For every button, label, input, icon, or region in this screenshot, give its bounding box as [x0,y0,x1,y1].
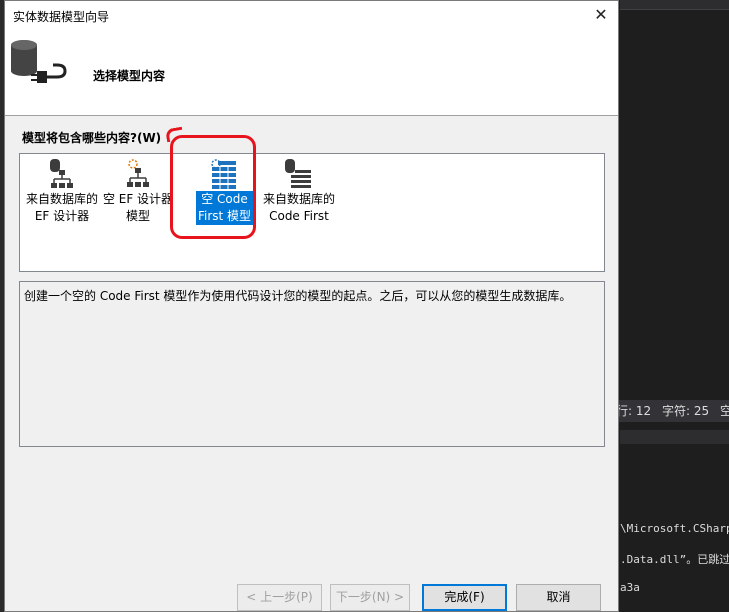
finish-button[interactable]: 完成(F) [422,584,507,611]
option-description: 创建一个空的 Code First 模型作为使用代码设计您的模型的起点。之后，可… [24,289,572,303]
model-content-list[interactable]: 来自数据库的 EF 设计器 空 EF 设计器 模型 空 Code First 模… [19,153,605,272]
cancel-button[interactable]: 取消 [516,584,601,611]
entity-data-model-wizard-dialog: 实体数据模型向导 ✕ 选择模型内容 模型将包含哪些内容?(W) 来自数据库的 E… [4,0,619,612]
description-box: 创建一个空的 Code First 模型作为使用代码设计您的模型的起点。之后，可… [19,281,605,447]
header-title: 选择模型内容 [93,69,166,83]
option-label: 来自数据库的 Code First [262,192,335,223]
title-bar: 实体数据模型向导 ✕ [5,1,618,29]
output-line: .Data.dll”。已跳过 [620,553,729,566]
dialog-title: 实体数据模型向导 [13,10,110,24]
option-empty-ef-designer[interactable]: 空 EF 设计器 模型 [98,154,178,234]
output-line: a3a [620,581,640,594]
status-extra: 空 [720,404,729,418]
empty-code-first-icon [211,159,236,189]
option-empty-code-first[interactable]: 空 Code First 模型 [184,154,264,234]
output-line: \Microsoft.CSharp. [620,522,729,535]
header-separator [5,115,618,116]
option-code-first-from-database[interactable]: 来自数据库的 Code First [259,154,339,234]
ide-status-bar: 行: 12 字符: 25 空 [616,400,729,422]
option-ef-designer-from-database[interactable]: 来自数据库的 EF 设计器 [22,154,102,234]
status-char-number: 字符: 25 [662,404,710,418]
close-button[interactable]: ✕ [590,4,612,26]
database-plug-icon [11,40,67,83]
content-question-label: 模型将包含哪些内容?(W) [22,131,162,145]
status-line-number: 行: 12 [616,404,652,418]
next-button[interactable]: 下一步(N) > [330,584,410,611]
ide-toolbar-strip [620,0,729,9]
wizard-header: 选择模型内容 [5,29,618,115]
empty-designer-icon [127,159,149,187]
ide-divider [620,9,729,10]
database-code-first-icon [285,159,311,188]
back-button[interactable]: < 上一步(P) [237,584,322,611]
database-designer-icon [50,159,73,188]
option-label: 空 Code First 模型 [196,191,253,225]
option-label: 空 EF 设计器 模型 [102,192,174,223]
annotation-mark [165,126,184,143]
option-label: 来自数据库的 EF 设计器 [25,192,98,223]
ide-output-tab [620,430,729,444]
